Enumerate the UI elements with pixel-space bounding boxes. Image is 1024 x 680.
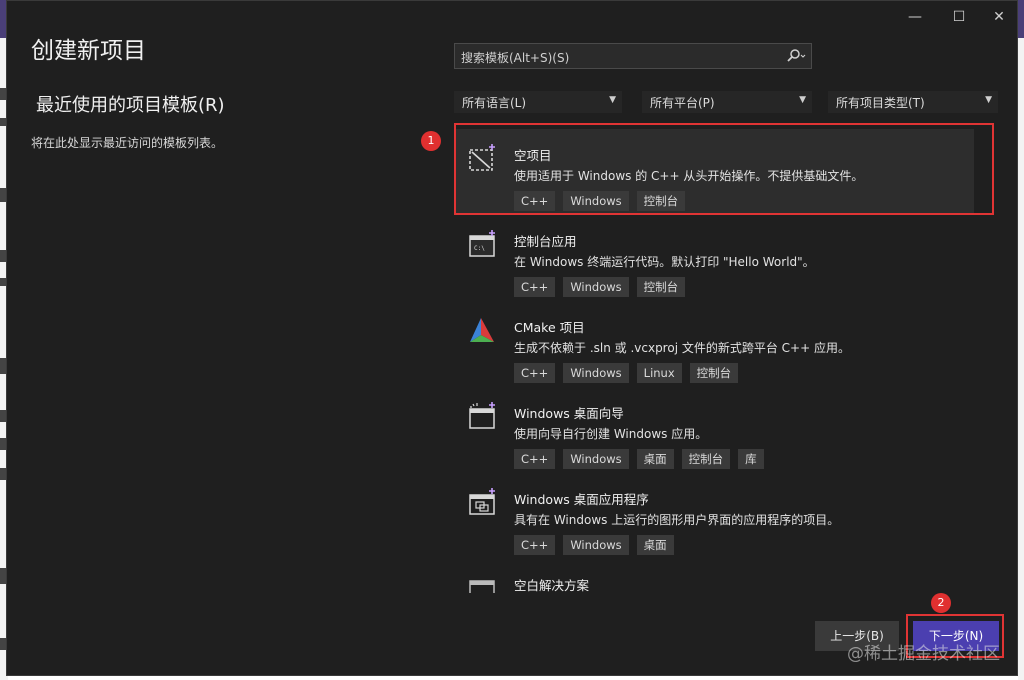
template-name: Windows 桌面向导: [514, 406, 624, 421]
tag-platform: Windows: [563, 535, 629, 555]
template-name: CMake 项目: [514, 320, 585, 335]
platform-filter-dropdown[interactable]: 所有平台(P) ▼: [642, 91, 812, 113]
tag-project-type: 控制台: [681, 449, 731, 469]
template-description: 具有在 Windows 上运行的图形用户界面的应用程序的项目。: [514, 513, 840, 527]
watermark-text: @稀土掘金技术社区: [847, 644, 1000, 664]
tag-language: C++: [514, 449, 556, 469]
search-icon[interactable]: [787, 48, 807, 67]
template-search-input[interactable]: 搜索模板(Alt+S)(S): [454, 43, 812, 69]
language-filter-label: 所有语言(L): [462, 96, 527, 110]
template-description: 生成不依赖于 .sln 或 .vcxproj 文件的新式跨平台 C++ 应用。: [514, 341, 850, 355]
platform-filter-label: 所有平台(P): [650, 96, 715, 110]
template-item-windows-desktop-wizard[interactable]: Windows 桌面向导 使用向导自行创建 Windows 应用。 C++ Wi…: [454, 387, 974, 473]
tag-language: C++: [514, 277, 556, 297]
create-project-dialog: — ☐ ✕ 创建新项目 最近使用的项目模板(R) 将在此处显示最近访问的模板列表…: [6, 0, 1018, 676]
language-filter-dropdown[interactable]: 所有语言(L) ▼: [454, 91, 622, 113]
annotation-badge-1: 1: [421, 131, 441, 151]
template-name: Windows 桌面应用程序: [514, 492, 649, 507]
tag-project-type: 控制台: [689, 363, 739, 383]
tag-project-type: 控制台: [636, 277, 686, 297]
template-name: 控制台应用: [514, 234, 577, 249]
template-description: 使用向导自行创建 Windows 应用。: [514, 427, 708, 441]
maximize-button[interactable]: ☐: [939, 5, 979, 29]
minimize-icon: —: [908, 9, 922, 25]
tag-project-type: 库: [738, 449, 764, 469]
search-placeholder: 搜索模板(Alt+S)(S): [461, 51, 570, 65]
tag-platform: Windows: [563, 449, 629, 469]
recent-templates-heading: 最近使用的项目模板(R): [36, 95, 225, 116]
cmake-icon: [470, 318, 494, 342]
tag-platform: Linux: [636, 363, 682, 383]
chevron-down-icon: ▼: [609, 95, 616, 105]
close-icon: ✕: [993, 9, 1005, 25]
template-item-console-app[interactable]: C:\ 控制台应用 在 Windows 终端运行代码。默认打印 "Hello W…: [454, 215, 974, 301]
template-item-cmake-project[interactable]: CMake 项目 生成不依赖于 .sln 或 .vcxproj 文件的新式跨平台…: [454, 301, 974, 387]
svg-text:C:\: C:\: [474, 245, 485, 252]
background-page-edge-right: [1018, 38, 1024, 680]
tag-language: C++: [514, 535, 556, 555]
recent-templates-empty-text: 将在此处显示最近访问的模板列表。: [31, 136, 224, 150]
blank-solution-icon: [469, 580, 495, 593]
template-name: 空白解决方案: [514, 578, 590, 593]
tag-language: C++: [514, 363, 556, 383]
highlight-box-empty-project: [454, 123, 994, 215]
console-app-icon: C:\: [469, 230, 495, 257]
project-type-filter-dropdown[interactable]: 所有项目类型(T) ▼: [828, 91, 998, 113]
tag-platform: Windows: [563, 277, 629, 297]
project-type-filter-label: 所有项目类型(T): [836, 96, 925, 110]
desktop-wizard-icon: [469, 402, 495, 429]
desktop-app-icon: [469, 488, 495, 515]
template-description: 在 Windows 终端运行代码。默认打印 "Hello World"。: [514, 255, 815, 269]
chevron-down-icon: ▼: [985, 95, 992, 105]
maximize-icon: ☐: [952, 9, 966, 25]
close-button[interactable]: ✕: [979, 5, 1019, 29]
dialog-title: 创建新项目: [31, 38, 146, 64]
template-item-windows-desktop-app[interactable]: Windows 桌面应用程序 具有在 Windows 上运行的图形用户界面的应用…: [454, 473, 974, 559]
annotation-badge-2: 2: [931, 593, 951, 613]
minimize-button[interactable]: —: [895, 5, 935, 29]
template-item-blank-solution[interactable]: 空白解决方案: [454, 559, 974, 593]
chevron-down-icon: ▼: [799, 95, 806, 105]
tag-project-type: 桌面: [636, 535, 674, 555]
tag-project-type: 桌面: [636, 449, 674, 469]
tag-platform: Windows: [563, 363, 629, 383]
